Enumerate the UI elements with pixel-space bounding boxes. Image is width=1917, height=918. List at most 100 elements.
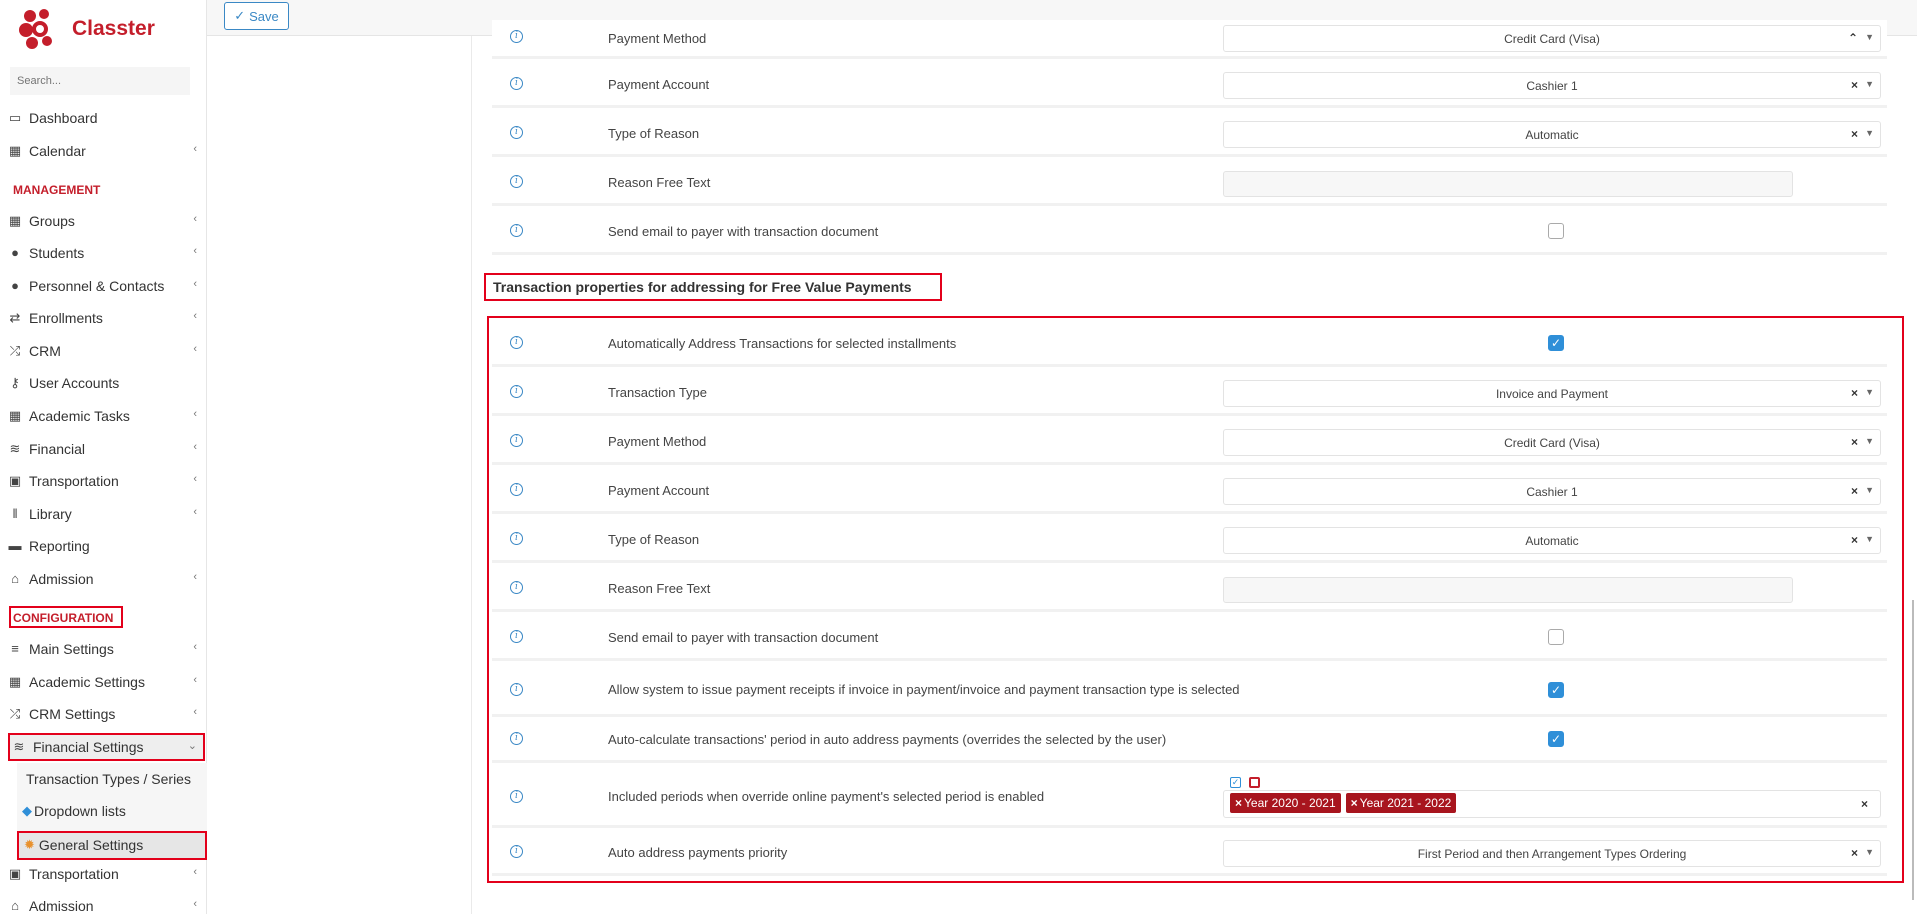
sidebar-item-students[interactable]: ● Students ‹ [0, 241, 205, 265]
sidebar-item-main-settings[interactable]: ≡ Main Settings ‹ [0, 637, 205, 661]
groups-icon: ▦ [8, 674, 22, 689]
sidebar-item-dashboard[interactable]: ▭ Dashboard [0, 106, 205, 130]
sidebar-item-user-accounts[interactable]: ⚷ User Accounts [0, 371, 205, 395]
page-scrollbar[interactable] [1912, 600, 1914, 900]
info-icon[interactable]: i [510, 175, 523, 188]
sidebar-item-financial-settings[interactable]: ≋ Financial Settings ⌄ [4, 735, 209, 759]
settings-row-payment-account-2: i Payment Account Cashier 1 × ▼ [492, 469, 1887, 514]
deselect-all-icon[interactable] [1249, 777, 1260, 788]
info-icon[interactable]: i [510, 30, 523, 43]
info-icon[interactable]: i [510, 732, 523, 745]
info-icon[interactable]: i [510, 683, 523, 696]
info-icon[interactable]: i [510, 126, 523, 139]
allow-receipts-checkbox[interactable]: ✓ [1548, 682, 1564, 698]
select-all-icon[interactable]: ✓ [1230, 777, 1241, 788]
payment-account-select[interactable]: Cashier 1 × ▼ [1223, 72, 1881, 99]
row-label: Payment Method [608, 30, 707, 46]
sidebar-item-label: CRM [29, 343, 61, 359]
select-value: Cashier 1 [1526, 78, 1578, 93]
sidebar-search-input[interactable] [10, 67, 190, 95]
chevron-left-icon: ‹ [193, 441, 197, 453]
send-email-checkbox[interactable] [1548, 223, 1564, 239]
info-icon[interactable]: i [510, 581, 523, 594]
reason-free-text-input-2[interactable] [1223, 577, 1793, 603]
row-label: Send email to payer with transaction doc… [608, 223, 879, 239]
remove-tag-icon[interactable]: × [1351, 796, 1358, 810]
sidebar-item-enrollments[interactable]: ⇄ Enrollments ‹ [0, 306, 205, 330]
reason-free-text-input[interactable] [1223, 171, 1793, 197]
key-icon: ⚷ [10, 375, 20, 390]
settings-row-reason-free-text: i Reason Free Text [492, 161, 1887, 206]
sidebar: Classter ▭ Dashboard ▦ Calendar ‹ MANAGE… [0, 0, 207, 914]
clear-icon[interactable]: × [1851, 435, 1858, 449]
sidebar-item-admission-config[interactable]: ⌂ Admission ‹ [0, 894, 205, 918]
row-label: Auto address payments priority [608, 844, 788, 860]
info-icon[interactable]: i [510, 483, 523, 496]
sidebar-item-reporting[interactable]: ▬ Reporting [0, 534, 205, 558]
sidebar-item-admission[interactable]: ⌂ Admission ‹ [0, 567, 205, 591]
select-value: First Period and then Arrangement Types … [1417, 846, 1687, 861]
clear-icon[interactable]: × [1851, 846, 1858, 860]
info-icon[interactable]: i [510, 630, 523, 643]
sidebar-item-calendar[interactable]: ▦ Calendar ‹ [0, 139, 205, 163]
sidebar-item-personnel[interactable]: ● Personnel & Contacts ‹ [0, 274, 205, 298]
sidebar-item-academic-settings[interactable]: ▦ Academic Settings ‹ [0, 670, 205, 694]
sidebar-item-crm-settings[interactable]: ⤮ CRM Settings ‹ [0, 702, 205, 726]
students-icon: ● [11, 245, 19, 260]
settings-row-allow-receipts: i Allow system to issue payment receipts… [492, 665, 1887, 717]
type-of-reason-select-2[interactable]: Automatic × ▼ [1223, 527, 1881, 554]
info-icon[interactable]: i [510, 434, 523, 447]
caret-down-icon: ▼ [1865, 534, 1874, 544]
sidebar-item-groups[interactable]: ▦ Groups ‹ [0, 209, 205, 233]
auto-calculate-checkbox[interactable]: ✓ [1548, 731, 1564, 747]
priority-select[interactable]: First Period and then Arrangement Types … [1223, 840, 1881, 867]
sidebar-item-crm[interactable]: ⤮ CRM ‹ [0, 339, 205, 363]
send-email-checkbox-2[interactable] [1548, 629, 1564, 645]
clear-icon[interactable]: × [1851, 386, 1858, 400]
clear-icon[interactable]: × [1851, 533, 1858, 547]
sidebar-item-transportation[interactable]: ▣ Transportation ‹ [0, 469, 205, 493]
row-label: Auto-calculate transactions' period in a… [608, 731, 1167, 747]
payment-method-select-2[interactable]: Credit Card (Visa) × ▼ [1223, 429, 1881, 456]
info-icon[interactable]: i [510, 77, 523, 90]
books-icon: ‖ [12, 506, 18, 521]
settings-row-transaction-type: i Transaction Type Invoice and Payment ×… [492, 371, 1887, 416]
save-button[interactable]: ✓ Save [224, 2, 289, 30]
info-icon[interactable]: i [510, 845, 523, 858]
period-tag[interactable]: × Year 2021 - 2022 [1345, 793, 1457, 813]
clear-icon[interactable]: × [1851, 127, 1858, 141]
clear-icon[interactable]: × [1851, 78, 1858, 92]
sidebar-item-transportation-config[interactable]: ▣ Transportation ‹ [0, 862, 205, 886]
gear-icon: ✹ [24, 837, 35, 852]
row-label: Allow system to issue payment receipts i… [608, 682, 1240, 697]
submenu-dropdown-lists[interactable]: ◆ Dropdown lists [22, 800, 126, 822]
sidebar-item-label: Main Settings [29, 641, 114, 657]
transaction-type-select[interactable]: Invoice and Payment × ▼ [1223, 380, 1881, 407]
sidebar-item-academic-tasks[interactable]: ▦ Academic Tasks ‹ [0, 404, 205, 428]
payment-method-select[interactable]: Credit Card (Visa) ⌃ ▼ [1223, 25, 1881, 52]
chevron-left-icon: ‹ [193, 866, 197, 878]
sliders-icon: ≡ [11, 641, 19, 656]
remove-tag-icon[interactable]: × [1235, 796, 1242, 810]
institution-icon: ⌂ [11, 898, 19, 913]
info-icon[interactable]: i [510, 385, 523, 398]
info-icon[interactable]: i [510, 224, 523, 237]
submenu-transaction-types[interactable]: Transaction Types / Series [26, 768, 191, 790]
info-icon[interactable]: i [510, 336, 523, 349]
sidebar-item-label: Admission [29, 571, 94, 587]
app-logo[interactable]: Classter [18, 7, 155, 51]
sidebar-item-library[interactable]: ‖ Library ‹ [0, 502, 205, 526]
auto-address-checkbox[interactable]: ✓ [1548, 335, 1564, 351]
sidebar-item-financial[interactable]: ≋ Financial ‹ [0, 437, 205, 461]
grid-icon: ▦ [8, 408, 22, 423]
type-of-reason-select[interactable]: Automatic × ▼ [1223, 121, 1881, 148]
period-tag[interactable]: × Year 2020 - 2021 [1230, 793, 1341, 813]
sidebar-item-label: Personnel & Contacts [29, 278, 165, 294]
submenu-general-settings[interactable]: ✹ General Settings [24, 834, 143, 856]
clear-all-icon[interactable]: × [1861, 797, 1868, 811]
clear-icon[interactable]: × [1851, 484, 1858, 498]
row-label: Type of Reason [608, 125, 700, 141]
payment-account-select-2[interactable]: Cashier 1 × ▼ [1223, 478, 1881, 505]
info-icon[interactable]: i [510, 790, 523, 803]
info-icon[interactable]: i [510, 532, 523, 545]
